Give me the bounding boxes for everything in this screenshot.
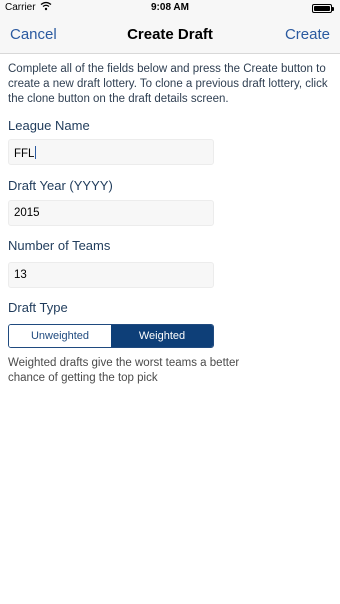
- draft-year-input[interactable]: 2015: [8, 200, 214, 226]
- text-cursor: [35, 146, 37, 159]
- league-name-input[interactable]: FFL: [8, 139, 214, 165]
- league-name-value: FFL: [14, 148, 35, 160]
- intro-text: Complete all of the fields below and pre…: [8, 63, 328, 105]
- status-bar: Carrier 9:08 AM: [0, 0, 340, 16]
- battery-icon: [312, 4, 334, 13]
- create-button[interactable]: Create: [285, 26, 330, 43]
- league-name-label: League Name: [8, 118, 90, 133]
- navigation-bar: Cancel Create Draft Create: [0, 16, 340, 54]
- number-of-teams-input[interactable]: 13: [8, 262, 214, 288]
- draft-type-label: Draft Type: [8, 300, 68, 315]
- draft-year-label: Draft Year (YYYY): [8, 178, 113, 193]
- draft-type-segmented-control: Unweighted Weighted: [8, 324, 214, 348]
- number-of-teams-value: 13: [14, 269, 27, 281]
- number-of-teams-label: Number of Teams: [8, 238, 111, 253]
- segment-unweighted[interactable]: Unweighted: [9, 325, 111, 347]
- segment-weighted[interactable]: Weighted: [111, 325, 213, 347]
- clock-time: 9:08 AM: [151, 2, 189, 13]
- draft-year-value: 2015: [14, 207, 40, 219]
- draft-type-description: Weighted drafts give the worst teams a b…: [8, 357, 240, 384]
- form-content: Complete all of the fields below and pre…: [0, 54, 340, 604]
